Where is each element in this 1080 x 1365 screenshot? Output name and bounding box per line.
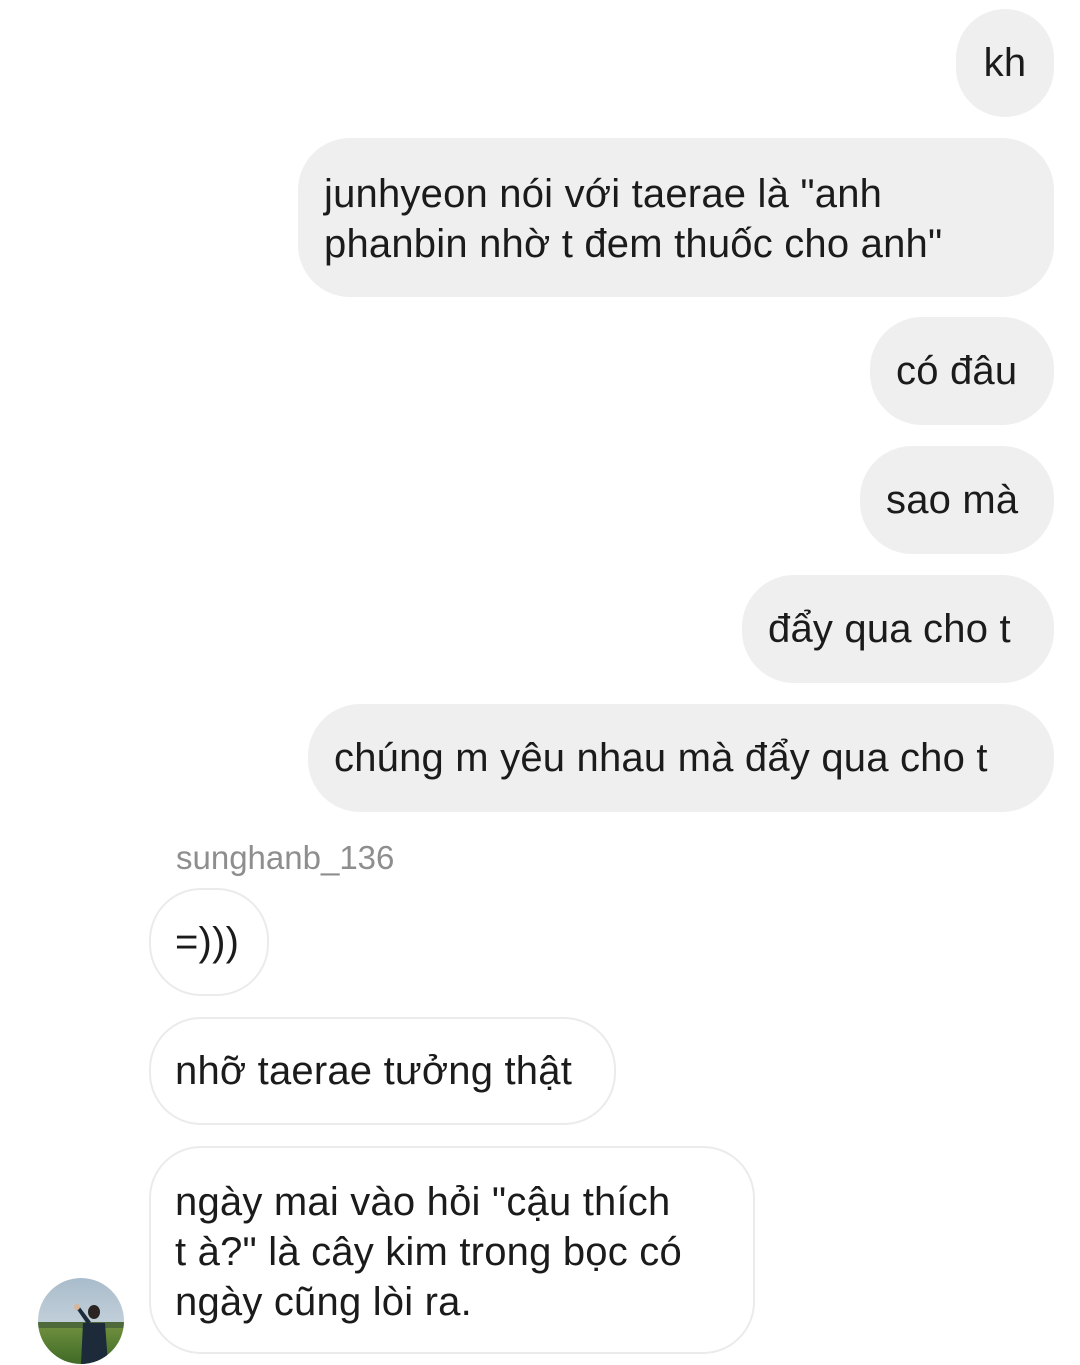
sent-message[interactable]: đẩy qua cho t [742,575,1054,683]
sent-message[interactable]: chúng m yêu nhau mà đẩy qua cho t [308,704,1054,812]
sent-message[interactable]: kh [956,9,1054,117]
sent-message[interactable]: sao mà [860,446,1054,554]
profile-photo-icon [38,1278,124,1364]
sender-username: sunghanb_136 [176,839,395,876]
received-message[interactable]: nhỡ taerae tưởng thật [149,1017,616,1125]
sent-message[interactable]: junhyeon nói với taerae là "anh phanbin … [298,138,1054,297]
received-message[interactable]: =))) [149,888,269,996]
sent-message[interactable]: có đâu [870,317,1054,425]
profile-avatar[interactable] [38,1278,124,1364]
received-message[interactable]: ngày mai vào hỏi "cậu thích t à?" là cây… [149,1146,755,1354]
